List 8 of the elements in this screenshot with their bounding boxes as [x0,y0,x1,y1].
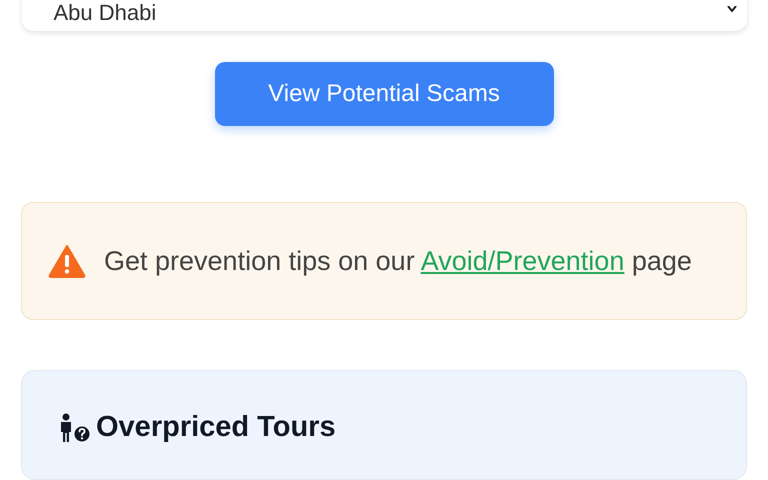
caret-icon [726,6,736,12]
person-question-icon [58,412,90,443]
alert-message: Get prevention tips on our Avoid/Prevention page [104,245,692,278]
city-select[interactable]: Abu Dhabi [22,0,746,32]
view-scams-button[interactable]: View Potential Scams [214,62,554,126]
card-title: Overpriced Tours [96,411,336,444]
warning-icon [48,244,86,278]
avoid-prevention-link[interactable]: Avoid/Prevention [420,246,624,276]
